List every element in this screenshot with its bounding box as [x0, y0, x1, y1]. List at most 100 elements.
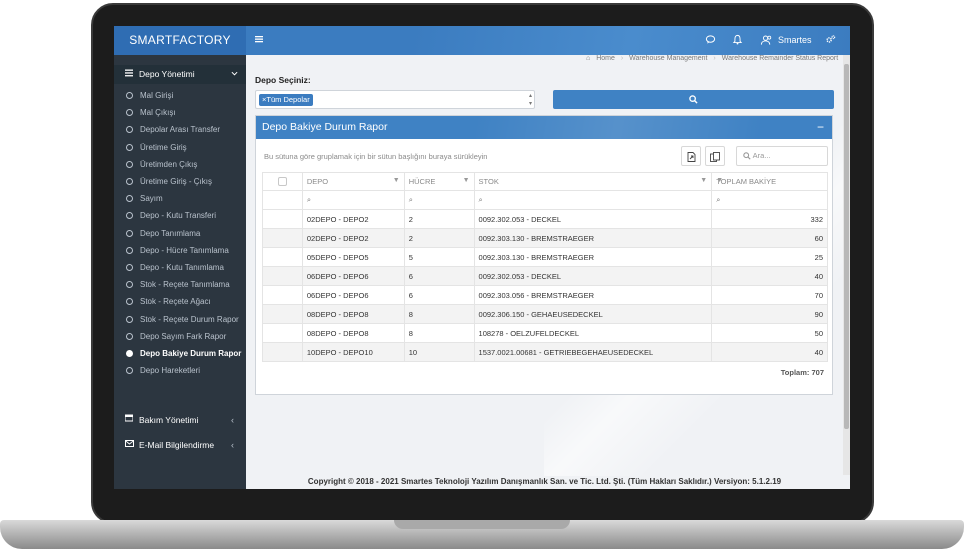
row-select-cell[interactable]: [262, 266, 303, 286]
brand-logo[interactable]: SMARTFACTORY: [114, 26, 246, 55]
circle-icon: [126, 160, 133, 168]
bell-icon[interactable]: [730, 34, 744, 48]
sidebar-item-label: Stok - Reçete Ağacı: [140, 297, 211, 307]
sidebar-item[interactable]: Stok - Reçete Durum Rapor: [114, 311, 246, 328]
warehouse-select[interactable]: ×Tüm Depolar ▴ ▾: [255, 90, 535, 109]
sidebar-item[interactable]: Depo Bakiye Durum Rapor: [114, 345, 246, 362]
table-cell: 8: [403, 304, 475, 324]
sidebar-item[interactable]: Mal Çıkışı: [114, 104, 246, 121]
table-cell: 0092.303.056 - BREMSTRAEGER: [473, 285, 713, 305]
sidebar-item[interactable]: Üretime Giriş: [114, 139, 246, 156]
filter-icon[interactable]: ▼: [716, 177, 723, 184]
column-header-toplam-bakiye[interactable]: ▼ TOPLAM BAKİYE: [711, 172, 828, 191]
sidebar-item[interactable]: Stok - Reçete Ağacı: [114, 293, 246, 310]
sidebar-item[interactable]: Üretime Giriş - Çıkış: [114, 173, 246, 190]
row-select-cell[interactable]: [262, 342, 303, 362]
sidebar-group-email[interactable]: E-Mail Bilgilendirme ‹: [114, 436, 246, 454]
maintenance-icon: [124, 411, 134, 429]
chevron-down-icon: [231, 65, 238, 84]
table-cell: 08DEPO - DEPO8: [301, 323, 405, 343]
table-cell: 90: [711, 304, 828, 324]
sidebar-item[interactable]: Stok - Reçete Tanımlama: [114, 276, 246, 293]
column-header-hucre[interactable]: HÜCRE ▼: [403, 172, 475, 191]
sidebar-item[interactable]: Depolar Arası Transfer: [114, 121, 246, 138]
breadcrumb-warehouse[interactable]: Warehouse Management: [629, 55, 707, 62]
sidebar-item[interactable]: Depo - Kutu Transferi: [114, 207, 246, 224]
table-cell: 6: [403, 285, 475, 305]
sidebar-item[interactable]: Depo Hareketleri: [114, 362, 246, 379]
grid-search-input[interactable]: Ara...: [736, 146, 828, 166]
filter-input-depo[interactable]: ⌕: [301, 190, 405, 210]
table-cell: 06DEPO - DEPO6: [301, 266, 405, 286]
app-screen: SMARTFACTORY Smartes Depo Yönetimi Mal G…: [114, 26, 850, 489]
select-all-checkbox[interactable]: [277, 177, 287, 187]
sidebar-item-label: Sayım: [140, 194, 163, 204]
sidebar-item[interactable]: Mal Girişi: [114, 87, 246, 104]
table-row[interactable]: 08DEPO - DEPO8 8 108278 - OELZUFELDECKEL 50: [262, 323, 828, 343]
sidebar-item-label: Üretime Giriş: [140, 142, 187, 152]
page-scrollbar-thumb[interactable]: [844, 64, 849, 429]
sidebar-item[interactable]: Depo Sayım Fark Rapor: [114, 328, 246, 345]
filter-input-hucre[interactable]: ⌕: [403, 190, 475, 210]
search-button[interactable]: [553, 90, 834, 109]
row-select-cell[interactable]: [262, 247, 303, 267]
users-icon[interactable]: [759, 34, 773, 48]
circle-icon: [126, 195, 133, 203]
sidebar-item[interactable]: Sayım: [114, 190, 246, 207]
sidebar-item-label: Depo Bakiye Durum Rapor: [140, 349, 242, 358]
sidebar-item-label: Mal Çıkışı: [140, 108, 176, 118]
sidebar-item-label: Depo - Kutu Tanımlama: [140, 263, 224, 272]
filter-icon[interactable]: ▼: [700, 177, 707, 184]
sidebar: Depo Yönetimi Mal Girişi Mal Çıkışı Depola…: [114, 55, 246, 489]
selected-warehouse-chip[interactable]: ×Tüm Depolar: [259, 94, 313, 106]
chat-icon[interactable]: [703, 34, 717, 48]
warehouse-select-label: Depo Seçiniz:: [255, 75, 311, 85]
table-cell: 0092.302.053 - DECKEL: [473, 209, 713, 229]
list-icon: [125, 65, 133, 84]
sidebar-group-bakim[interactable]: Bakım Yönetimi ‹: [114, 411, 246, 429]
envelope-icon: [125, 436, 134, 454]
circle-icon: [126, 229, 133, 237]
table-row[interactable]: 10DEPO - DEPO10 10 1537.0021.00681 - GETRI…: [262, 342, 828, 362]
filter-input-stok[interactable]: ⌕: [473, 190, 713, 210]
sidebar-item[interactable]: Depo - Hücre Tanımlama: [114, 242, 246, 259]
table-row[interactable]: 02DEPO - DEPO2 2 0092.302.053 - DECKEL 332: [262, 209, 828, 229]
row-select-cell[interactable]: [262, 228, 303, 248]
filter-icon[interactable]: ▼: [393, 177, 400, 184]
column-chooser-button[interactable]: [705, 146, 725, 166]
filter-icon[interactable]: ▼: [463, 177, 470, 184]
table-row[interactable]: 08DEPO - DEPO8 8 0092.306.150 - GEHAEUSEDE…: [262, 304, 828, 324]
row-select-cell[interactable]: [262, 209, 303, 229]
gears-icon[interactable]: [823, 34, 837, 48]
row-select-cell[interactable]: [262, 285, 303, 305]
export-excel-button[interactable]: [681, 146, 701, 166]
chevron-left-icon: ‹: [231, 440, 234, 450]
circle-icon: [126, 281, 133, 289]
row-select-cell[interactable]: [262, 304, 303, 324]
table-cell: 2: [403, 209, 475, 229]
circle-icon: [126, 178, 133, 185]
panel-header: Depo Bakiye Durum Rapor −: [256, 116, 832, 139]
sidebar-item[interactable]: Üretimden Çıkış: [114, 156, 246, 173]
select-all-checkbox-cell[interactable]: [262, 172, 303, 191]
row-select-cell[interactable]: [262, 323, 303, 343]
breadcrumb-home[interactable]: Home: [596, 55, 615, 62]
sidebar-item[interactable]: Depo - Kutu Tanımlama: [114, 259, 246, 276]
filter-input-toplam[interactable]: ⌕: [711, 190, 828, 210]
table-row[interactable]: 05DEPO - DEPO5 5 0092.303.130 - BREMSTRAEG…: [262, 247, 828, 267]
table-row[interactable]: 06DEPO - DEPO6 6 0092.303.056 - BREMSTRAEG…: [262, 285, 828, 305]
table-row[interactable]: 06DEPO - DEPO6 6 0092.302.053 - DECKEL 40: [262, 266, 828, 286]
table-row[interactable]: 02DEPO - DEPO2 2 0092.303.130 - BREMSTRAEG…: [262, 228, 828, 248]
home-icon: ⌂: [586, 55, 591, 62]
circle-icon: [126, 350, 133, 357]
user-name[interactable]: Smartes: [778, 35, 812, 45]
column-header-stok[interactable]: STOK ▼: [473, 172, 713, 191]
collapse-button[interactable]: −: [817, 116, 824, 139]
sidebar-section-depo[interactable]: Depo Yönetimi: [114, 65, 246, 84]
sidebar-item[interactable]: Depo Tanımlama: [114, 225, 246, 242]
table-cell: 02DEPO - DEPO2: [301, 228, 405, 248]
column-header-depo[interactable]: DEPO ▼: [301, 172, 405, 191]
table-cell: 02DEPO - DEPO2: [301, 209, 405, 229]
export-icon: [687, 151, 695, 162]
hamburger-icon[interactable]: [254, 33, 266, 47]
